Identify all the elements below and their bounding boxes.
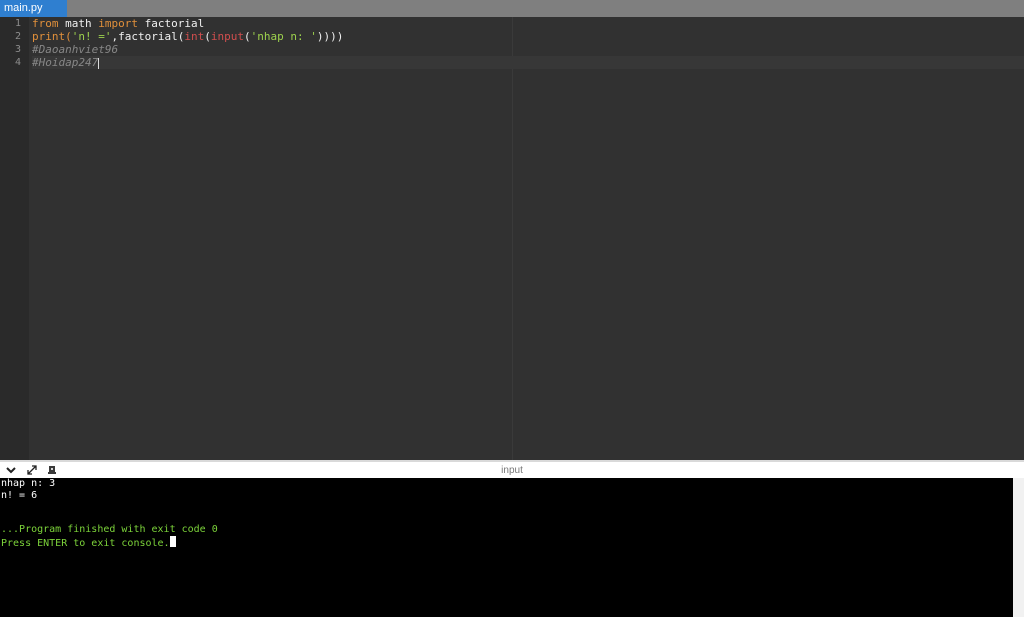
code-editor[interactable]: 1 2 3 4 from math import factorial print… bbox=[0, 17, 1024, 460]
console-prompt-text: Press ENTER to exit console. bbox=[1, 538, 170, 549]
tab-bar: main.py bbox=[0, 0, 1024, 17]
tab-main-py[interactable]: main.py bbox=[0, 0, 67, 17]
line-number-gutter: 1 2 3 4 bbox=[0, 17, 29, 460]
console-line: n! = 6 bbox=[1, 490, 38, 501]
console-scrollbar[interactable] bbox=[1013, 478, 1024, 617]
comment: #Hoidap247 bbox=[32, 56, 99, 69]
console-line: Press ENTER to exit console. bbox=[1, 536, 176, 549]
console-output[interactable]: nhap n: 3 n! = 6 ...Program finished wit… bbox=[0, 478, 1013, 617]
string-literal: 'nhap n: ' bbox=[250, 30, 317, 43]
code-line-2[interactable]: print('n! =',factorial(int(input('nhap n… bbox=[32, 30, 1024, 43]
keyword: from bbox=[32, 17, 59, 30]
line-number: 4 bbox=[14, 57, 21, 68]
code-line-3[interactable]: #Daoanhviet96 bbox=[32, 43, 1024, 56]
comment: #Daoanhviet96 bbox=[32, 43, 119, 56]
function-call: print( bbox=[32, 30, 72, 43]
builtin: input bbox=[210, 30, 244, 43]
console-title: input bbox=[501, 465, 523, 476]
console-cursor bbox=[169, 536, 176, 547]
builtin: int bbox=[184, 30, 205, 43]
text-caret bbox=[98, 57, 100, 69]
console-panel-header: input bbox=[0, 460, 1024, 478]
line-number: 3 bbox=[14, 44, 21, 55]
line-number: 1 bbox=[14, 18, 21, 29]
code-line-1[interactable]: from math import factorial bbox=[32, 17, 1024, 30]
keyword: import bbox=[98, 17, 138, 30]
code-line-4[interactable]: #Hoidap247 bbox=[32, 56, 1024, 69]
identifier: math bbox=[58, 17, 99, 30]
identifier: factorial bbox=[138, 17, 205, 30]
console-line: nhap n: 3 bbox=[1, 478, 56, 489]
paren: ( bbox=[204, 30, 211, 43]
console-line: ...Program finished with exit code 0 bbox=[1, 524, 218, 535]
paren: ( bbox=[243, 30, 251, 43]
identifier: ,factorial( bbox=[111, 30, 185, 43]
string-literal: 'n! =' bbox=[71, 30, 112, 43]
code-area[interactable]: from math import factorial print('n! =',… bbox=[32, 17, 1024, 460]
paren: )))) bbox=[316, 30, 344, 43]
line-number: 2 bbox=[14, 31, 21, 42]
